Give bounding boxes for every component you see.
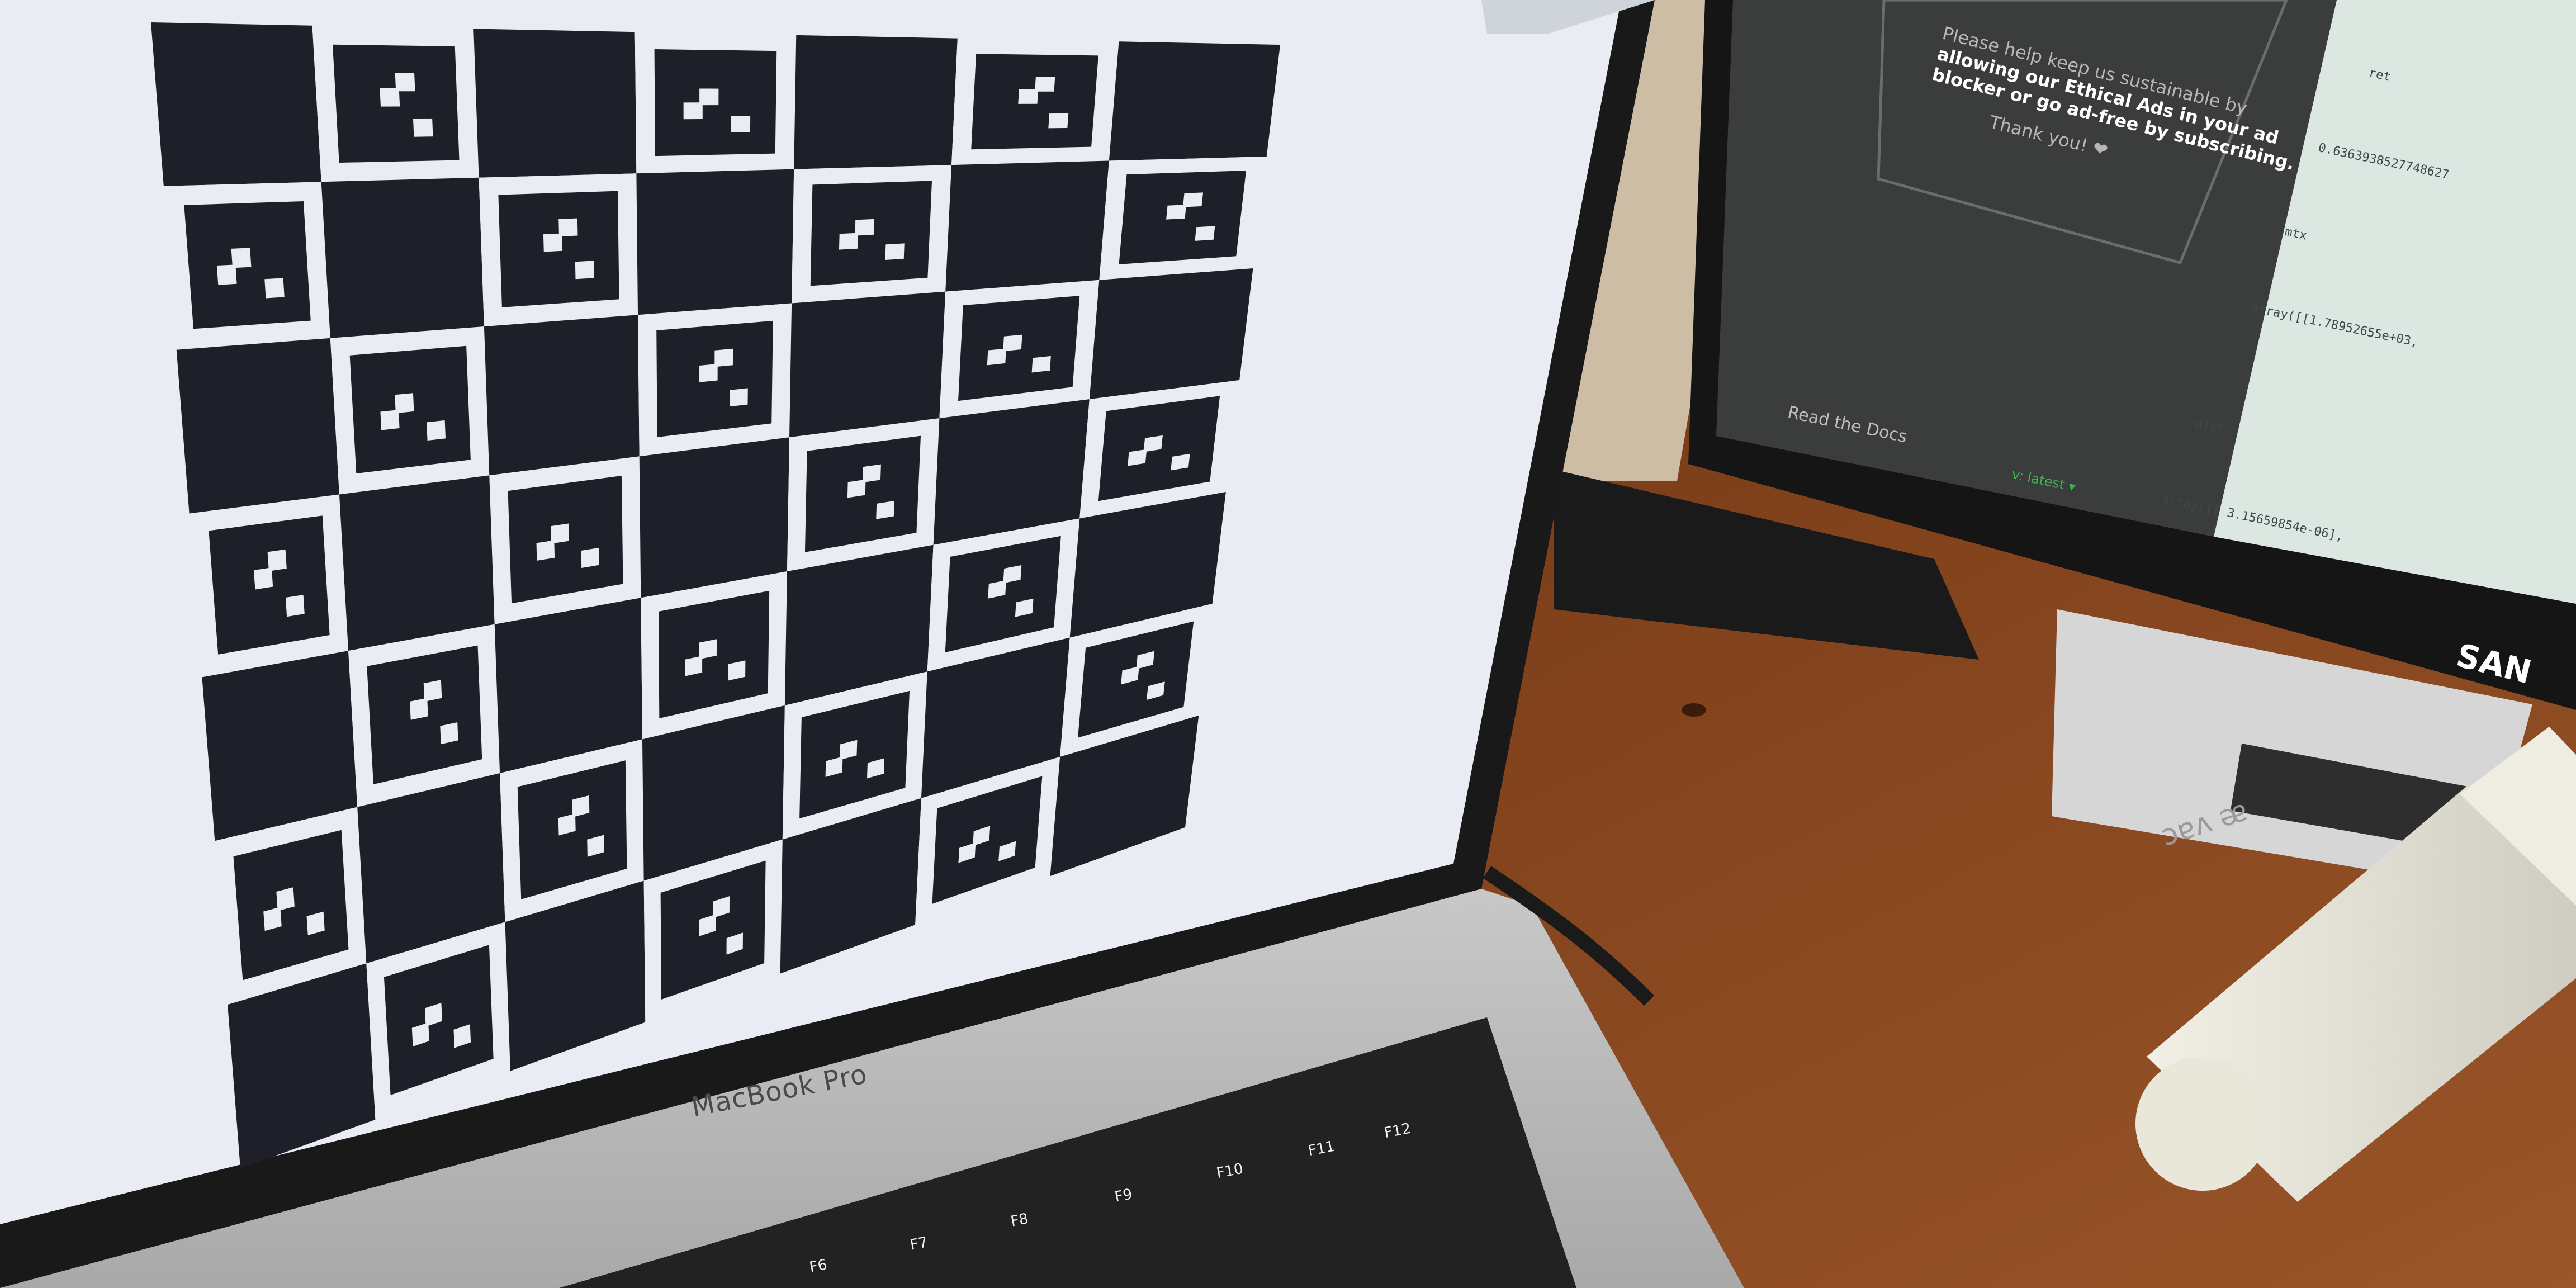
aruco-bit — [1183, 192, 1204, 207]
aruco-bit — [440, 722, 458, 745]
key-f9-label: F9 — [1113, 1186, 1134, 1206]
aruco-bit — [714, 348, 733, 367]
checker-square-black — [151, 22, 321, 186]
checker-square-black — [339, 475, 495, 651]
wood-knot — [1682, 703, 1706, 717]
aruco-bit — [395, 73, 415, 92]
aruco-bit — [885, 243, 905, 261]
aruco-bit — [730, 388, 748, 407]
aruco-bit — [1003, 334, 1022, 352]
aruco-bit — [231, 248, 252, 268]
aruco-bit — [1035, 77, 1055, 92]
aruco-bit — [423, 680, 442, 702]
aruco-bit — [863, 464, 881, 483]
key-f8-label: F8 — [1009, 1210, 1030, 1230]
aruco-bit — [395, 393, 414, 414]
checker-square-black — [484, 315, 640, 476]
checker-square-black — [321, 177, 484, 338]
aruco-bit — [876, 500, 894, 519]
photo-scene — [0, 0, 2576, 1288]
aruco-bit — [699, 88, 719, 106]
checker-square-black — [1109, 41, 1280, 161]
checker-square-black — [1089, 268, 1253, 400]
checker-square-black — [176, 338, 339, 514]
aruco-bit — [855, 219, 874, 236]
aruco-bit — [264, 278, 285, 299]
aruco-bit — [1195, 226, 1215, 241]
checker-square-black — [794, 35, 958, 169]
aruco-bit — [285, 595, 305, 617]
checker-square-black — [473, 29, 637, 178]
checker-square-black — [202, 651, 358, 841]
aruco-bit — [731, 116, 751, 133]
aruco-bit — [427, 420, 446, 441]
aruco-bit — [1031, 356, 1051, 373]
aruco-bit — [1048, 113, 1069, 129]
aruco-bit — [558, 218, 578, 237]
key-f7-label: F7 — [908, 1234, 930, 1254]
checker-square-black — [639, 437, 790, 598]
aruco-bit — [575, 261, 594, 280]
bottle-base — [2135, 1057, 2270, 1191]
aruco-bit — [413, 118, 433, 137]
checker-square-black — [636, 169, 794, 315]
key-f6-label: F6 — [808, 1256, 829, 1276]
aruco-bit — [581, 547, 599, 568]
checker-square-black — [945, 160, 1109, 292]
checker-square-black — [789, 291, 946, 438]
aruco-bit — [267, 549, 287, 571]
aruco-bit — [551, 523, 569, 544]
desk-photo: MacBook Pro F6 F7 F8 F9 F10 F11 F12 Plea… — [0, 0, 2576, 1288]
